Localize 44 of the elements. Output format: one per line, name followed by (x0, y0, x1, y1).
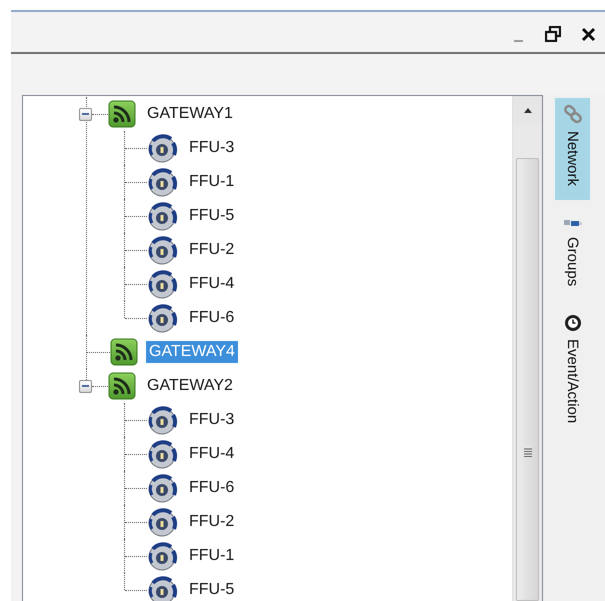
minimize-icon (514, 40, 522, 42)
fan-icon (147, 472, 178, 504)
gateway-icon (108, 372, 136, 400)
tree-item[interactable]: FFU-2 (186, 511, 238, 533)
tree-item[interactable]: FFU-3 (186, 409, 238, 431)
tree-item[interactable]: FFU-2 (186, 239, 238, 261)
restore-icon (545, 26, 561, 42)
fan-icon (147, 302, 178, 334)
grip-icon (524, 448, 532, 458)
tree-item[interactable]: FFU-3 (186, 137, 238, 159)
gateway-icon (108, 100, 136, 128)
link-icon (562, 104, 582, 124)
minus-icon (82, 113, 89, 115)
tree-item[interactable]: FFU-6 (186, 307, 238, 329)
tree-item[interactable]: GATEWAY2 (144, 375, 236, 397)
fan-icon (147, 268, 178, 300)
tree-item[interactable]: GATEWAY1 (144, 103, 236, 125)
close-icon (580, 26, 596, 42)
fan-icon (147, 132, 178, 164)
tree-item[interactable]: FFU-5 (186, 579, 238, 601)
fan-icon (147, 506, 178, 538)
fan-icon (147, 574, 178, 601)
fan-icon (147, 200, 178, 232)
fan-icon (147, 234, 178, 266)
tree-item[interactable]: FFU-5 (186, 205, 238, 227)
collapse-button[interactable] (79, 380, 92, 392)
tree-item[interactable]: FFU-1 (186, 545, 238, 567)
tree-item[interactable]: FFU-6 (186, 477, 238, 499)
clock-icon (564, 314, 582, 332)
scrollbar-thumb[interactable] (516, 158, 539, 601)
fan-icon (147, 166, 178, 198)
side-tab[interactable]: Groups (555, 208, 590, 300)
tree-item[interactable]: FFU-1 (186, 171, 238, 193)
up-arrow-icon (522, 107, 532, 114)
tree-item[interactable]: FFU-4 (186, 443, 238, 465)
fan-icon (147, 404, 178, 436)
fan-icon (147, 438, 178, 470)
gateway-icon (110, 338, 138, 366)
collapse-button[interactable] (79, 108, 92, 120)
minus-icon (82, 385, 89, 387)
fan-icon (147, 540, 178, 572)
side-tab[interactable]: Network (555, 98, 590, 200)
tree-item[interactable]: FFU-4 (186, 273, 238, 295)
side-tab[interactable]: Event/Action (555, 308, 590, 438)
